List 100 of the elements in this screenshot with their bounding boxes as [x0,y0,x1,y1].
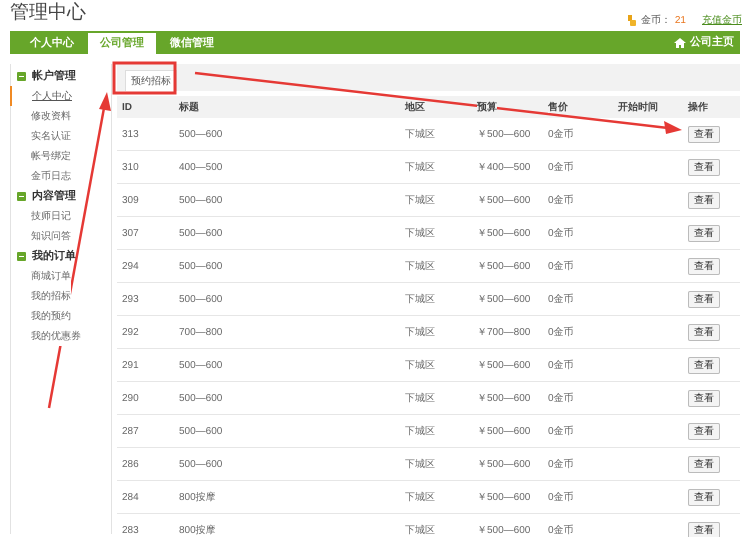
table-cell-text: 下城区 [404,128,436,142]
table-cell-text: 313 [121,128,140,142]
table-cell-text: 下城区 [404,326,436,340]
table-cell-text: ￥500—600 [476,490,532,504]
collapse-icon[interactable] [17,192,26,200]
home-icon [674,38,686,48]
table-cell-text: 500—600 [178,194,224,208]
table-cell-text: 400—500 [178,160,224,174]
column-header: 开始时间 [618,102,658,112]
table-cell-text: 500—600 [178,458,224,472]
table-cell-text: 307 [121,226,140,240]
table-cell-text: 0金币 [547,326,575,340]
view-button[interactable]: 查看 [688,258,720,274]
view-button[interactable]: 查看 [688,356,720,374]
sidebar-group-title: 我的订单 [32,248,76,264]
view-button[interactable]: 查看 [688,456,720,472]
table-cell-text: ￥500—600 [476,194,532,208]
sidebar-item[interactable]: 我的预约 [31,306,71,326]
table-cell-text: 283 [121,524,140,537]
table-cell-text: 292 [121,326,140,340]
table-cell-text: 下城区 [404,424,436,438]
sidebar-item[interactable]: 我的优惠券 [31,326,81,346]
table-cell-text: 700—800 [178,326,224,340]
table-cell-text: 下城区 [404,226,436,240]
column-header: 预算 [477,102,497,112]
table-cell-text: 下城区 [404,260,436,274]
table-cell-text: 下城区 [404,524,436,537]
table-cell-text: 0金币 [547,160,575,174]
table-cell-text: 286 [121,458,140,472]
table-cell-text: 0金币 [547,128,575,142]
table-cell-text: ￥500—600 [476,226,532,240]
sidebar-group-title: 内容管理 [32,188,76,204]
view-button[interactable]: 查看 [688,522,720,537]
table-cell-text: 500—600 [178,128,224,142]
coins-value: 21 [674,14,686,28]
view-button[interactable]: 查看 [688,290,720,308]
table-cell-text: 500—600 [178,358,224,372]
view-button[interactable]: 查看 [688,126,720,142]
view-button[interactable]: 查看 [688,390,720,406]
column-header: 操作 [688,102,708,112]
collapse-icon[interactable] [17,72,26,80]
table-cell-text: 下城区 [404,358,436,372]
table-cell-text: 0金币 [547,226,575,240]
table-cell-text: 0金币 [547,260,575,274]
table-cell-text: 287 [121,424,140,438]
view-button[interactable]: 查看 [688,422,720,440]
content-tab[interactable]: 预约招标 [125,70,177,91]
view-button[interactable]: 查看 [688,158,720,176]
table-cell-text: 0金币 [547,292,575,306]
table-cell-text: ￥500—600 [476,260,532,274]
table-cell-text: 294 [121,260,140,274]
sidebar-group-title: 帐户管理 [32,68,76,84]
table-cell-text: 310 [121,160,140,174]
table-cell-text: 284 [121,490,140,504]
table-cell-text: ￥500—600 [476,392,532,406]
table-cell-text: ￥500—600 [476,292,532,306]
table-cell-text: 290 [121,392,140,406]
table-cell-text: 800按摩 [178,490,217,504]
table-cell-text: 下城区 [404,490,436,504]
table-cell-text: ￥500—600 [476,424,532,438]
sidebar-item[interactable]: 我的招标 [31,286,71,306]
view-button[interactable]: 查看 [688,324,720,340]
table-cell-text: 下城区 [404,160,436,174]
coins-label: 金币： [640,14,671,28]
table-cell-text: ￥700—800 [476,326,532,340]
collapse-icon[interactable] [17,252,26,260]
table-cell-text: 500—600 [178,260,224,274]
table-cell-text: 0金币 [547,392,575,406]
table-cell-text: 0金币 [547,490,575,504]
coins-icon [626,15,637,26]
table-cell-text: ￥500—600 [476,458,532,472]
column-header: 标题 [179,102,199,112]
column-header: 售价 [548,102,568,112]
table-cell-text: 500—600 [178,392,224,406]
page-title: 管理中心 [10,3,86,22]
table-cell-text: ￥500—600 [476,128,532,142]
table-cell-text: 下城区 [404,292,436,306]
view-button[interactable]: 查看 [688,192,720,208]
column-header: 地区 [405,102,425,112]
table-cell-text: ￥500—600 [476,524,532,537]
table-cell-text: 0金币 [547,458,575,472]
table-cell-text: 0金币 [547,524,575,537]
table-cell-text: 500—600 [178,292,224,306]
table-cell-text: 0金币 [547,358,575,372]
recharge-link[interactable]: 充值金币 [702,13,742,28]
table-cell-text: 0金币 [547,194,575,208]
column-header: ID [122,102,132,112]
table-cell-text: 293 [121,292,140,306]
table-cell-text: 下城区 [404,458,436,472]
table-cell-text: ￥500—600 [476,358,532,372]
highlight-box [112,62,176,94]
table-cell-text: 0金币 [547,424,575,438]
table-cell-text: ￥400—500 [476,160,532,174]
view-button[interactable]: 查看 [688,224,720,242]
view-button[interactable]: 查看 [688,488,720,506]
table-cell-text: 800按摩 [178,524,217,537]
table-cell-text: 291 [121,358,140,372]
table-cell-text: 下城区 [404,392,436,406]
table-cell-text: 下城区 [404,194,436,208]
table-cell-text: 500—600 [178,424,224,438]
